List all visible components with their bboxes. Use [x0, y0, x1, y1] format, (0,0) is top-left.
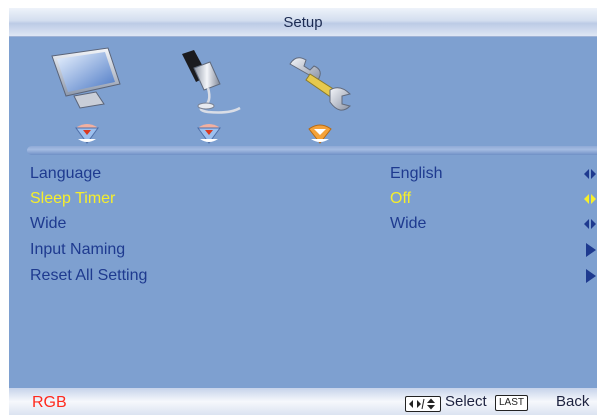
tab-marker-sound [195, 121, 223, 147]
wrench-icon [289, 57, 351, 111]
microphone-icon [182, 50, 241, 114]
menu-item-language[interactable]: Language English [30, 162, 597, 186]
tab-indicator-active-icon [308, 124, 332, 144]
tab-setup[interactable] [280, 46, 360, 116]
enter-arrow-icon[interactable] [585, 242, 597, 258]
menu-item-label: Reset All Setting [30, 267, 148, 284]
setup-menu-panel: Setup Language English Sleep Timer Off W… [9, 8, 597, 415]
menu-item-value: Off [390, 190, 412, 207]
page-title: Setup [283, 14, 323, 31]
menu-item-input-naming[interactable]: Input Naming [30, 238, 597, 262]
nav-keys-icon [405, 396, 441, 412]
menu-item-sleep-timer[interactable]: Sleep Timer Off [30, 187, 597, 211]
enter-arrow-icon[interactable] [585, 268, 597, 284]
monitor-icon [51, 47, 121, 109]
left-right-arrow-icon[interactable] [583, 192, 597, 206]
tab-marker-setup-active [306, 121, 334, 147]
menu-item-label: Sleep Timer [30, 190, 116, 207]
tab-marker-display [73, 121, 101, 147]
menu-item-reset-all-setting[interactable]: Reset All Setting [30, 264, 597, 288]
status-bar: RGB Select LAST Back [9, 388, 597, 415]
tab-sound[interactable] [168, 46, 248, 116]
last-key-icon: LAST [495, 395, 529, 411]
select-hint-label: Select [445, 393, 487, 410]
input-source-label: RGB [32, 394, 67, 411]
menu-divider [27, 146, 597, 155]
menu-item-label: Wide [30, 215, 67, 232]
menu-item-wide[interactable]: Wide Wide [30, 212, 597, 236]
menu-item-label: Input Naming [30, 241, 126, 258]
tab-indicator-icon [75, 124, 99, 144]
menu-item-label: Language [30, 165, 102, 182]
tab-indicator-icon [197, 124, 221, 144]
menu-item-value: English [390, 165, 443, 182]
tv-osd-screen: Setup Language English Sleep Timer Off W… [0, 0, 606, 418]
back-hint-label: Back [556, 393, 590, 410]
left-right-arrow-icon[interactable] [583, 167, 597, 181]
left-right-arrow-icon[interactable] [583, 217, 597, 231]
tab-display[interactable] [46, 46, 126, 116]
menu-item-value: Wide [390, 215, 427, 232]
title-bar: Setup [9, 8, 597, 37]
